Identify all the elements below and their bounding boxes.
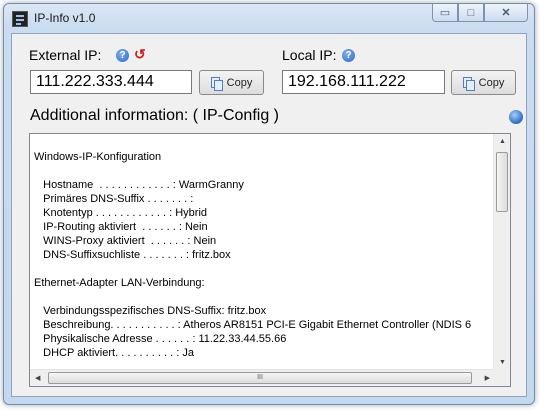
external-ip-field[interactable]: 111.222.333.444	[30, 70, 192, 94]
vertical-scroll-thumb[interactable]	[496, 152, 508, 212]
scroll-up-icon[interactable]: ▲	[499, 138, 506, 145]
local-ip-field[interactable]: 192.168.111.222	[282, 70, 445, 94]
copy-label: Copy	[478, 76, 505, 89]
scrollbar-corner	[493, 369, 510, 386]
section-title: Additional information: ( IP-Config )	[30, 107, 279, 124]
globe-icon[interactable]	[509, 110, 523, 124]
ipconfig-line: Knotentyp . . . . . . . . . . . . : Hybr…	[34, 207, 208, 219]
refresh-icon[interactable]: ↺	[134, 47, 146, 61]
horizontal-scroll-thumb[interactable]: III	[48, 372, 472, 384]
info-icon[interactable]: ?	[342, 49, 355, 62]
maximize-icon: □	[467, 6, 475, 19]
external-ip-label: External IP:	[29, 47, 102, 63]
title-bar[interactable]: IP-Info v1.0 ▭ □ ✕	[4, 4, 534, 32]
client-area: External IP: ? ↺ 111.222.333.444 Copy Lo…	[11, 33, 527, 397]
scroll-right-icon[interactable]: ▶	[485, 374, 490, 382]
copy-icon	[210, 76, 223, 91]
ipconfig-line: Hostname . . . . . . . . . . . . : WarmG…	[34, 179, 244, 191]
window-title: IP-Info v1.0	[34, 11, 96, 25]
app-icon	[12, 11, 28, 27]
ipconfig-line: Beschreibung. . . . . . . . . . . : Athe…	[34, 319, 472, 331]
ipconfig-line: Windows-IP-Konfiguration	[34, 151, 162, 163]
window-controls: ▭ □ ✕	[432, 4, 528, 24]
ipconfig-line	[34, 262, 494, 276]
close-icon: ✕	[501, 7, 511, 19]
ipconfig-line: Verbindungsspezifisches DNS-Suffix: frit…	[34, 305, 267, 317]
ipconfig-line: Ethernet-Adapter LAN-Verbindung:	[34, 277, 205, 289]
ipconfig-line	[34, 164, 494, 178]
app-window: IP-Info v1.0 ▭ □ ✕ External IP: ? ↺ 111.…	[3, 3, 535, 405]
copy-external-button[interactable]: Copy	[199, 70, 264, 95]
ipconfig-output[interactable]: Windows-IP-Konfiguration Hostname . . . …	[29, 133, 511, 387]
horizontal-scrollbar[interactable]: ◀ III ▶	[30, 369, 495, 386]
ipconfig-text: Windows-IP-Konfiguration Hostname . . . …	[34, 150, 494, 378]
info-icon[interactable]: ?	[116, 49, 129, 62]
ipconfig-line: DHCP aktiviert. . . . . . . . . . : Ja	[34, 347, 194, 359]
minimize-icon: ▭	[439, 7, 451, 19]
copy-local-button[interactable]: Copy	[451, 70, 516, 95]
ipconfig-line: Physikalische Adresse . . . . . . : 11.2…	[34, 333, 287, 345]
copy-icon	[462, 76, 475, 91]
scroll-left-icon[interactable]: ◀	[35, 374, 40, 382]
maximize-button[interactable]: □	[458, 4, 484, 22]
ipconfig-line	[34, 290, 494, 304]
scroll-down-icon[interactable]: ▼	[499, 359, 506, 366]
copy-label: Copy	[226, 76, 253, 89]
minimize-button[interactable]: ▭	[432, 4, 458, 22]
ipconfig-line: DNS-Suffixsuchliste . . . . . . . : frit…	[34, 249, 231, 261]
close-button[interactable]: ✕	[484, 4, 528, 22]
ipconfig-line: Primäres DNS-Suffix . . . . . . . :	[34, 193, 194, 205]
ipconfig-line: WINS-Proxy aktiviert . . . . . . : Nein	[34, 235, 217, 247]
local-ip-label: Local IP:	[282, 47, 337, 63]
ipconfig-line: IP-Routing aktiviert . . . . . . : Nein	[34, 221, 208, 233]
vertical-scrollbar[interactable]: ▲ ▼	[493, 134, 510, 370]
